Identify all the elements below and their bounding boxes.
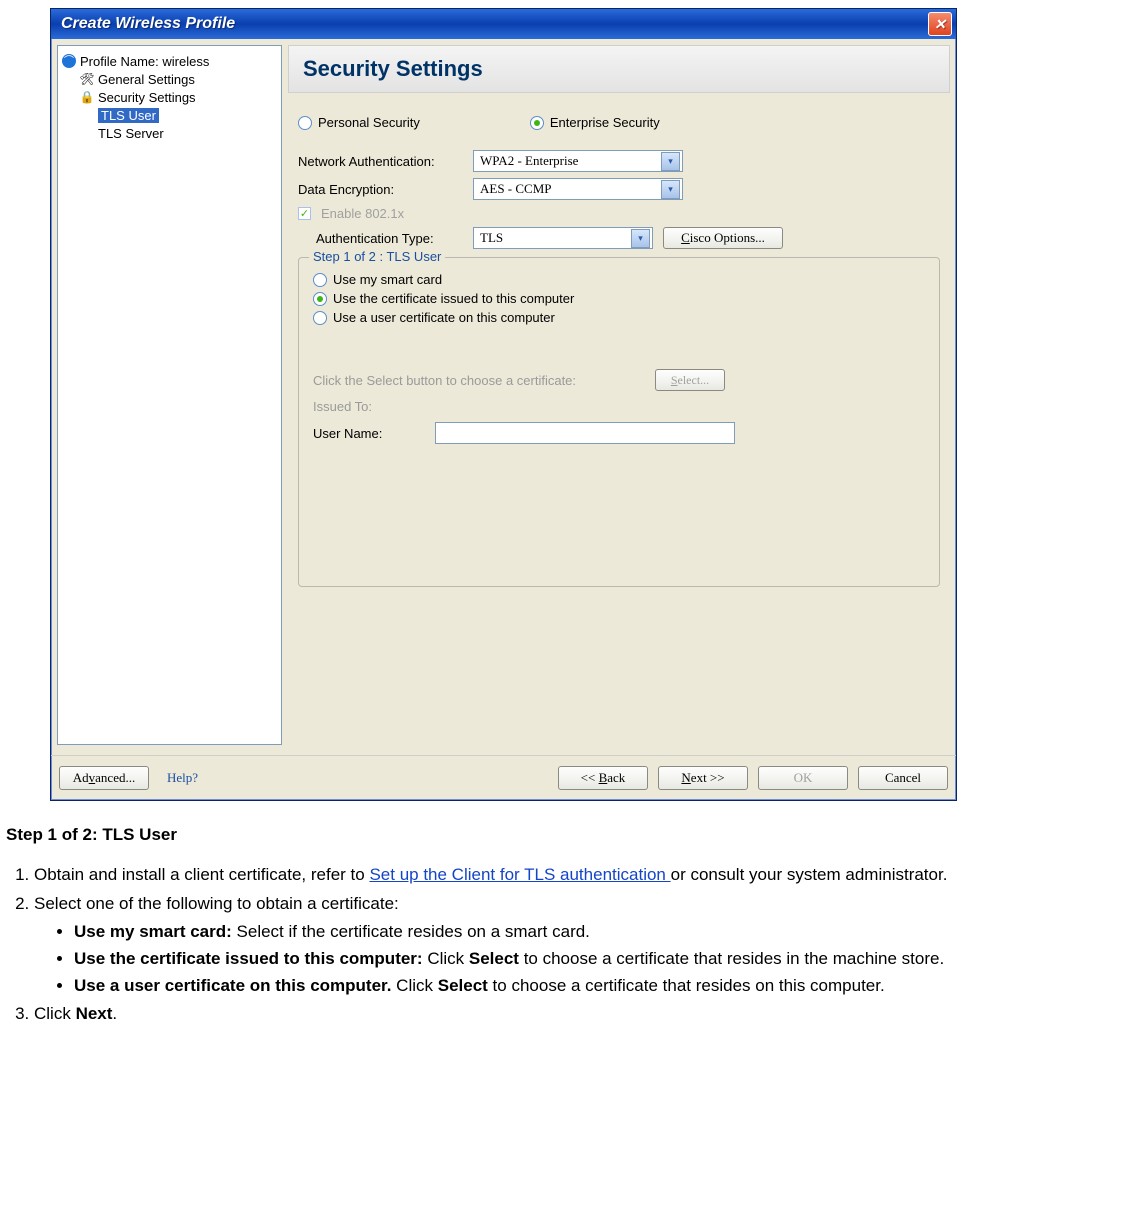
tree-label: TLS Server [98,126,164,141]
next-button[interactable]: Next >> [658,766,748,790]
tree-label-selected: TLS User [98,108,159,123]
tree-label: General Settings [98,72,195,87]
radio-use-computer-cert[interactable]: Use the certificate issued to this compu… [313,291,925,306]
label-user-name: User Name: [313,426,423,441]
doc-step-1: Obtain and install a client certificate,… [34,863,1141,888]
radio-label: Use a user certificate on this computer [333,310,555,325]
radio-use-smart-card[interactable]: Use my smart card [313,272,925,287]
tree-label: Profile Name: wireless [80,54,209,69]
button-label: OK [794,770,813,786]
link-tls-auth[interactable]: Set up the Client for TLS authentication [369,865,670,884]
checkbox-enable-8021x: ✓ Enable 802.1x [298,206,940,221]
label-network-auth: Network Authentication: [298,154,463,169]
select-auth-type[interactable]: TLS ▾ [473,227,653,249]
button-label: isco Options... [690,230,765,245]
tree-item-security[interactable]: 🔒 Security Settings [62,88,277,106]
chevron-down-icon: ▾ [661,180,680,199]
cancel-button[interactable]: Cancel [858,766,948,790]
label-select-cert: Click the Select button to choose a cert… [313,373,643,388]
lock-icon: 🔒 [80,90,94,104]
select-value: AES - CCMP [480,181,552,197]
tree-item-profile[interactable]: Profile Name: wireless [62,52,277,70]
help-link[interactable]: Help? [167,770,198,786]
page-title: Security Settings [288,45,950,93]
checkbox-icon: ✓ [298,207,311,220]
profile-tree[interactable]: Profile Name: wireless 🛠 General Setting… [57,45,282,745]
tree-item-general[interactable]: 🛠 General Settings [62,70,277,88]
ok-button[interactable]: OK [758,766,848,790]
cisco-options-button[interactable]: Cisco Options... [663,227,783,249]
select-cert-button[interactable]: Select... [655,369,725,391]
label-issued-to: Issued To: [313,399,423,414]
doc-bullet-user-cert: Use a user certificate on this computer.… [74,974,1141,999]
chevron-down-icon: ▾ [631,229,650,248]
radio-use-user-cert[interactable]: Use a user certificate on this computer [313,310,925,325]
gear-icon: 🛠 [80,72,94,86]
doc-step-2: Select one of the following to obtain a … [34,892,1141,999]
label-auth-type: Authentication Type: [316,231,463,246]
user-name-input[interactable] [435,422,735,444]
button-label: Cancel [885,770,921,786]
close-icon[interactable]: ✕ [928,12,952,36]
radio-enterprise-security[interactable]: Enterprise Security [530,115,660,130]
advanced-button[interactable]: Advanced... [59,766,149,790]
tree-item-tls-user[interactable]: TLS User [62,106,277,124]
dialog-window: Create Wireless Profile ✕ Profile Name: … [50,8,957,801]
document-body: Step 1 of 2: TLS User Obtain and install… [0,825,1147,1027]
dialog-footer: Advanced... Help? << Back Next >> OK Can… [51,755,956,800]
radio-icon [313,292,327,306]
radio-label: Personal Security [318,115,420,130]
window-title: Create Wireless Profile [61,15,235,33]
tree-item-tls-server[interactable]: TLS Server [62,124,277,142]
select-value: TLS [480,230,503,246]
fieldset-legend: Step 1 of 2 : TLS User [309,249,445,264]
radio-personal-security[interactable]: Personal Security [298,115,420,130]
doc-bullet-smart-card: Use my smart card: Select if the certifi… [74,920,1141,945]
doc-step-3: Click Next. [34,1002,1141,1027]
radio-label: Use my smart card [333,272,442,287]
doc-bullet-computer-cert: Use the certificate issued to this compu… [74,947,1141,972]
radio-label: Use the certificate issued to this compu… [333,291,574,306]
checkbox-label: Enable 802.1x [321,206,404,221]
doc-heading: Step 1 of 2: TLS User [6,825,1141,845]
button-label: S [671,373,678,388]
wifi-icon [62,54,76,68]
radio-icon [313,311,327,325]
radio-label: Enterprise Security [550,115,660,130]
tls-user-fieldset: Step 1 of 2 : TLS User Use my smart card… [298,257,940,587]
titlebar[interactable]: Create Wireless Profile ✕ [51,9,956,39]
tree-label: Security Settings [98,90,196,105]
select-value: WPA2 - Enterprise [480,153,578,169]
label-data-encryption: Data Encryption: [298,182,463,197]
radio-icon [313,273,327,287]
select-data-encryption[interactable]: AES - CCMP ▾ [473,178,683,200]
radio-icon [530,116,544,130]
back-button[interactable]: << Back [558,766,648,790]
chevron-down-icon: ▾ [661,152,680,171]
radio-icon [298,116,312,130]
select-network-auth[interactable]: WPA2 - Enterprise ▾ [473,150,683,172]
